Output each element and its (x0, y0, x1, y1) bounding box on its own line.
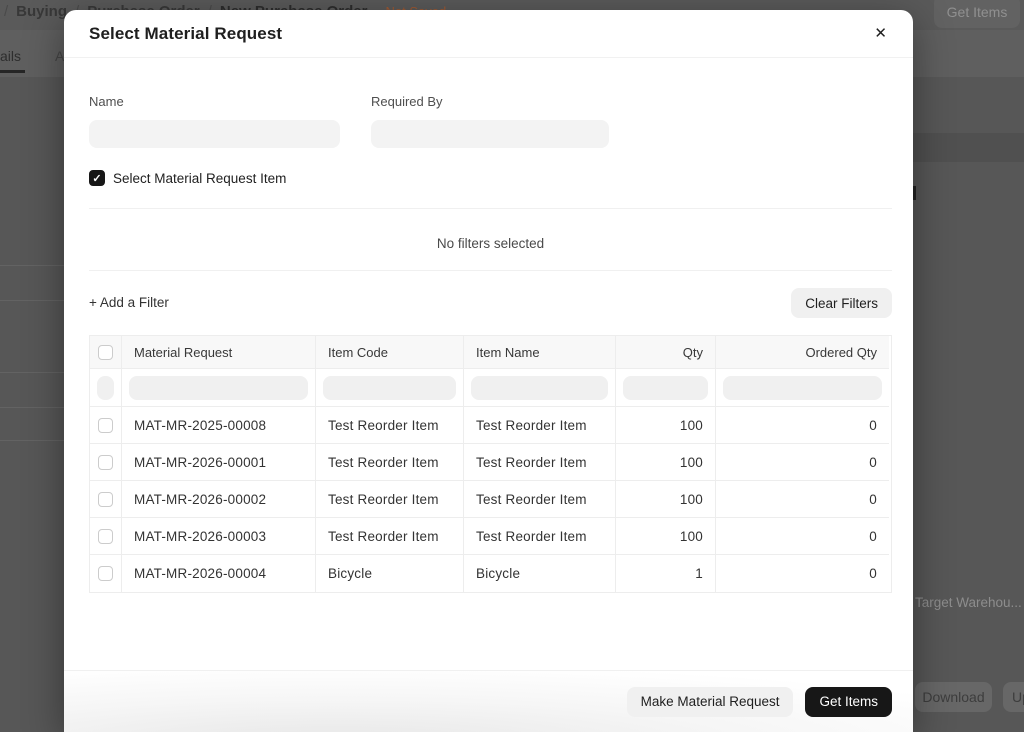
page-row-divider (0, 300, 64, 301)
page-row-divider (0, 265, 64, 266)
table-row[interactable]: MAT-MR-2025-00008 Test Reorder Item Test… (90, 407, 891, 444)
cell-item-name: Test Reorder Item (464, 518, 616, 555)
col-header-item-code: Item Code (316, 336, 464, 369)
row-checkbox[interactable] (98, 528, 113, 544)
filter-input-material-request[interactable] (129, 375, 308, 400)
cell-item-code: Test Reorder Item (316, 518, 464, 555)
filter-input-item-name[interactable] (471, 375, 608, 400)
cell-qty: 1 (616, 555, 716, 592)
cell-material-request: MAT-MR-2026-00003 (122, 518, 316, 555)
add-filter-button[interactable]: + Add a Filter (89, 287, 169, 319)
divider (89, 208, 892, 209)
select-all-checkbox[interactable] (98, 344, 113, 360)
dialog-title: Select Material Request (89, 23, 283, 43)
filter-input[interactable] (97, 375, 114, 400)
tab-address-partial[interactable]: A (55, 48, 64, 64)
filter-input-item-code[interactable] (323, 375, 456, 400)
col-header-ordered-qty: Ordered Qty (716, 336, 889, 369)
breadcrumb-separator: / (4, 3, 9, 20)
col-header-item-name: Item Name (464, 336, 616, 369)
required-by-input[interactable] (371, 120, 609, 148)
cell-item-name: Bicycle (464, 555, 616, 592)
table-row[interactable]: MAT-MR-2026-00002 Test Reorder Item Test… (90, 481, 891, 518)
screen: / Buying / Purchase Order / New Purchase… (0, 0, 1024, 732)
get-items-button[interactable]: Get Items (805, 686, 892, 717)
cell-ordered-qty: 0 (716, 407, 889, 444)
row-checkbox[interactable] (98, 454, 113, 470)
make-material-request-button[interactable]: Make Material Request (626, 686, 794, 717)
cell-ordered-qty: 0 (716, 444, 889, 481)
cell-item-code: Bicycle (316, 555, 464, 592)
filter-actions-bar: + Add a Filter Clear Filters (89, 287, 892, 319)
name-field-label: Name (89, 94, 124, 109)
select-item-checkbox-label: Select Material Request Item (113, 170, 287, 186)
cell-qty: 100 (616, 518, 716, 555)
download-button[interactable]: Download (915, 682, 992, 712)
select-material-request-dialog: Select Material Request ✕ Name Required … (64, 10, 913, 732)
cell-item-name: Test Reorder Item (464, 481, 616, 518)
select-item-checkbox[interactable]: ✓ (89, 170, 105, 186)
page-get-items-button[interactable]: Get Items (934, 0, 1020, 28)
table-row[interactable]: MAT-MR-2026-00004 Bicycle Bicycle 1 0 (90, 555, 891, 592)
select-item-checkbox-row[interactable]: ✓ Select Material Request Item (89, 170, 286, 186)
cell-item-code: Test Reorder Item (316, 444, 464, 481)
page-row-divider (0, 372, 64, 373)
tab-details-partial[interactable]: ails (0, 48, 21, 64)
cell-material-request: MAT-MR-2025-00008 (122, 407, 316, 444)
cell-material-request: MAT-MR-2026-00002 (122, 481, 316, 518)
cell-ordered-qty: 0 (869, 566, 877, 581)
check-icon: ✓ (92, 172, 102, 185)
cell-qty: 100 (616, 481, 716, 518)
material-request-table: Material Request Item Code Item Name Qty… (89, 335, 892, 593)
cell-item-name: Test Reorder Item (464, 407, 616, 444)
row-checkbox[interactable] (98, 491, 113, 507)
page-section-band (913, 133, 1024, 162)
required-by-field-group: Required By (371, 94, 609, 148)
no-filters-text: No filters selected (436, 236, 545, 251)
dialog-footer: Make Material Request Get Items (64, 670, 913, 732)
close-icon[interactable]: ✕ (870, 22, 891, 45)
clear-filters-button[interactable]: Clear Filters (791, 288, 892, 318)
breadcrumb-buying[interactable]: Buying (16, 3, 67, 20)
filter-input-qty[interactable] (623, 375, 708, 400)
upload-button-partial[interactable]: Up (1003, 682, 1024, 712)
row-checkbox[interactable] (98, 417, 113, 433)
page-row-divider (0, 407, 64, 408)
cell-ordered-qty: 0 (716, 518, 889, 555)
cell-item-code: Test Reorder Item (316, 407, 464, 444)
table-header-row: Material Request Item Code Item Name Qty… (90, 336, 891, 369)
page-row-divider (0, 440, 64, 441)
cell-material-request: MAT-MR-2026-00004 (122, 555, 316, 592)
cell-item-code: Test Reorder Item (316, 481, 464, 518)
row-checkbox[interactable] (98, 566, 113, 581)
required-by-field-label: Required By (371, 94, 443, 109)
cell-material-request: MAT-MR-2026-00001 (122, 444, 316, 481)
cell-qty: 100 (616, 407, 716, 444)
name-input[interactable] (89, 120, 340, 148)
filter-fields: Name Required By (89, 94, 609, 148)
table-filter-row (90, 369, 891, 407)
active-tab-underline (0, 70, 25, 73)
divider (89, 270, 892, 271)
col-header-material-request: Material Request (122, 336, 316, 369)
cell-ordered-qty: 0 (716, 481, 889, 518)
cell-item-name: Test Reorder Item (464, 444, 616, 481)
target-warehouse-field-partial: Target Warehou... (915, 595, 1022, 610)
dialog-header: Select Material Request ✕ (64, 10, 913, 58)
page-text-sliver (913, 186, 916, 200)
cell-qty: 100 (616, 444, 716, 481)
table-row[interactable]: MAT-MR-2026-00001 Test Reorder Item Test… (90, 444, 891, 481)
col-header-qty: Qty (616, 336, 716, 369)
filter-input-ordered-qty[interactable] (723, 375, 882, 400)
table-row[interactable]: MAT-MR-2026-00003 Test Reorder Item Test… (90, 518, 891, 555)
name-field-group: Name (89, 94, 340, 148)
